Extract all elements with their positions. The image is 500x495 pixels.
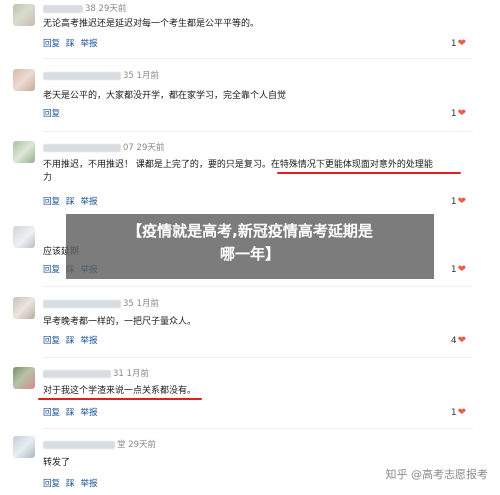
comment-meta: 31 1月前 xyxy=(43,368,149,380)
banner-title-line1: 【疫情就是高考,新冠疫情高考延期是 xyxy=(127,222,373,240)
comment-text: 老天是公平的，大家都没开学，都在家学习，完全靠个人自觉 xyxy=(43,91,287,101)
comment-actions: 回复 xyxy=(43,108,66,120)
author-name-blurred[interactable] xyxy=(43,143,121,152)
divider xyxy=(43,357,473,358)
author-suffix: 38 xyxy=(85,4,96,14)
author-name-blurred[interactable] xyxy=(43,71,121,80)
report-button[interactable]: 举报 xyxy=(81,197,98,207)
reply-button[interactable]: 回复 xyxy=(43,109,60,119)
reply-button[interactable]: 回复 xyxy=(43,197,60,207)
report-button[interactable]: 举报 xyxy=(81,479,98,489)
report-button[interactable]: 举报 xyxy=(81,336,98,346)
comment-text: 无论高考推迟还是延迟对每一个考生都是公平平等的。 xyxy=(43,19,260,29)
like-count: 1 xyxy=(450,39,457,49)
comment-actions: 回复踩举报 xyxy=(43,335,104,347)
banner-title-line2: 哪一年】 xyxy=(219,245,280,263)
like-button[interactable]: 1❤ xyxy=(451,38,466,50)
red-underline xyxy=(38,398,202,400)
dislike-button[interactable]: 踩 xyxy=(66,39,75,49)
avatar[interactable] xyxy=(13,367,35,389)
comment-text-highlight: 在特殊情况下更能体现面对意外的处理能 xyxy=(270,160,433,170)
comment-time: 1月前 xyxy=(136,71,159,81)
comment-time: 29天前 xyxy=(98,4,127,14)
reply-button[interactable]: 回复 xyxy=(43,479,60,489)
like-count: 1 xyxy=(450,265,457,275)
author-suffix: 35 xyxy=(123,71,134,81)
like-count: 1 xyxy=(450,408,457,418)
like-button[interactable]: 1❤ xyxy=(451,108,466,120)
avatar[interactable] xyxy=(13,141,35,163)
heart-icon: ❤ xyxy=(457,196,466,207)
avatar[interactable] xyxy=(13,297,35,319)
watermark: 知乎 @高考志愿报考 xyxy=(385,468,489,481)
comment-actions: 回复踩举报 xyxy=(43,38,104,50)
comment-text: 转发了 xyxy=(43,458,71,468)
reply-button[interactable]: 回复 xyxy=(43,39,60,49)
comment-time: 29天前 xyxy=(128,440,157,450)
comment-time: 1月前 xyxy=(136,299,159,309)
heart-icon: ❤ xyxy=(457,264,466,275)
comment-text-plain: 不用推迟，不用推迟！ 课都是上完了的，要的只是复习。 xyxy=(43,160,271,170)
comment-text-line2: 力 xyxy=(43,173,53,183)
author-suffix: 31 xyxy=(113,369,124,379)
red-underline xyxy=(277,172,461,174)
avatar[interactable] xyxy=(13,4,35,26)
heart-icon: ❤ xyxy=(457,108,466,119)
like-count: 1 xyxy=(450,197,457,207)
like-button[interactable]: 1❤ xyxy=(451,407,466,419)
reply-button[interactable]: 回复 xyxy=(43,265,60,275)
comment-text: 早考晚考都一样的，一把尺子量众人。 xyxy=(43,317,197,327)
author-name-blurred[interactable] xyxy=(43,440,115,449)
like-button[interactable]: 4❤ xyxy=(451,335,466,347)
comment-meta: 35 1月前 xyxy=(43,70,159,82)
like-button[interactable]: 1❤ xyxy=(451,264,466,276)
like-count: 1 xyxy=(450,109,457,119)
comment-time: 1月前 xyxy=(126,369,149,379)
comment-actions: 回复踩举报 xyxy=(43,407,104,419)
comment-time: 29天前 xyxy=(136,143,165,153)
comment-actions: 回复踩举报 xyxy=(43,478,104,490)
divider xyxy=(43,58,473,59)
author-name-blurred[interactable] xyxy=(43,369,111,378)
like-button[interactable]: 1❤ xyxy=(451,196,466,208)
avatar[interactable] xyxy=(13,226,35,248)
divider xyxy=(43,428,473,429)
divider xyxy=(43,286,473,287)
report-button[interactable]: 举报 xyxy=(81,39,98,49)
heart-icon: ❤ xyxy=(457,335,466,346)
avatar[interactable] xyxy=(13,69,35,91)
comment-meta: 07 29天前 xyxy=(43,142,164,154)
banner-title: 【疫情就是高考,新冠疫情高考延期是 哪一年】 xyxy=(66,220,434,266)
author-name-blurred[interactable] xyxy=(43,4,83,13)
avatar[interactable] xyxy=(13,436,35,458)
divider xyxy=(43,131,473,132)
comment-text: 对于我这个学渣来说一点关系都没有。 xyxy=(43,386,197,396)
dislike-button[interactable]: 踩 xyxy=(66,408,75,418)
comment-actions: 回复踩举报 xyxy=(43,196,104,208)
author-suffix: 堂 xyxy=(117,440,126,450)
author-suffix: 35 xyxy=(123,299,134,309)
author-name-blurred[interactable] xyxy=(43,299,121,308)
author-suffix: 07 xyxy=(123,143,134,153)
like-count: 4 xyxy=(450,336,457,346)
heart-icon: ❤ xyxy=(457,407,466,418)
report-button[interactable]: 举报 xyxy=(81,408,98,418)
reply-button[interactable]: 回复 xyxy=(43,336,60,346)
dislike-button[interactable]: 踩 xyxy=(66,197,75,207)
dislike-button[interactable]: 踩 xyxy=(66,479,75,489)
comment-meta: 堂 29天前 xyxy=(43,439,156,451)
comment-meta: 35 1月前 xyxy=(43,298,159,310)
reply-button[interactable]: 回复 xyxy=(43,408,60,418)
heart-icon: ❤ xyxy=(457,38,466,49)
dislike-button[interactable]: 踩 xyxy=(66,336,75,346)
comment-meta: 38 29天前 xyxy=(43,3,126,15)
